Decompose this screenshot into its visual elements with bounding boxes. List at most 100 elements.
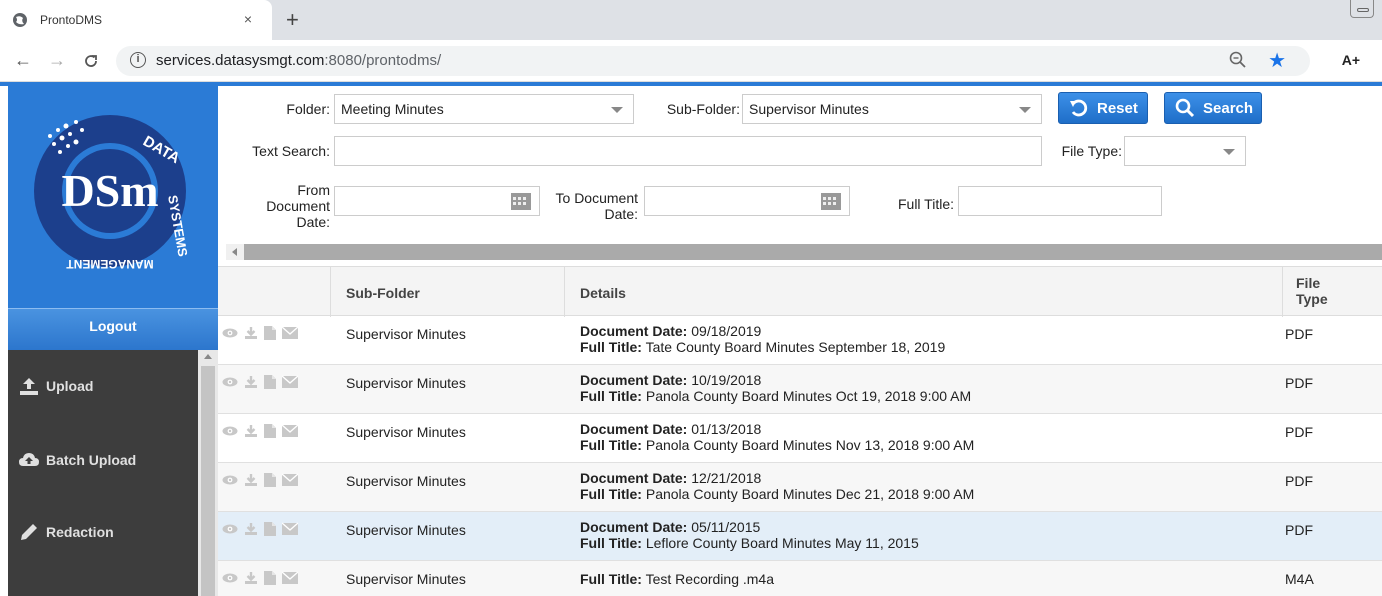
detail-title: Full Title: Tate County Board Minutes Se…	[580, 339, 945, 355]
search-button[interactable]: Search	[1164, 92, 1262, 124]
reload-icon[interactable]	[82, 52, 100, 70]
email-icon[interactable]	[282, 571, 298, 585]
document-icon[interactable]	[264, 375, 276, 389]
download-icon[interactable]	[244, 473, 258, 487]
document-icon[interactable]	[264, 571, 276, 585]
view-eye-icon[interactable]	[222, 473, 238, 487]
detail-title-value: Panola County Board Minutes Dec 21, 2018…	[645, 486, 975, 502]
table-row[interactable]: Supervisor Minutes Document Date: 12/21/…	[218, 463, 1382, 512]
scrollbar-thumb[interactable]	[201, 366, 215, 596]
detail-date-value: 05/11/2015	[691, 519, 761, 535]
scroll-up-arrow-icon[interactable]	[204, 354, 212, 359]
email-icon[interactable]	[282, 424, 298, 438]
header-details[interactable]: Details	[580, 285, 626, 301]
row-actions	[222, 326, 304, 340]
table-row[interactable]: Supervisor Minutes Document Date: 10/19/…	[218, 365, 1382, 414]
sidebar-item-upload[interactable]: Upload	[8, 368, 196, 404]
detail-title-value: Panola County Board Minutes Oct 19, 2018…	[645, 388, 972, 404]
download-icon[interactable]	[244, 326, 258, 340]
sidebar-item-redaction[interactable]: Redaction	[8, 514, 196, 550]
cell-filetype: PDF	[1285, 424, 1313, 440]
detail-date: Document Date: 10/19/2018	[580, 372, 971, 388]
table-row[interactable]: Supervisor Minutes Document Date: 09/18/…	[218, 316, 1382, 365]
sidebar-item-batch-upload[interactable]: Batch Upload	[8, 442, 196, 478]
to-date-label-line: To Document	[555, 190, 638, 206]
site-info-icon[interactable]: i	[130, 52, 146, 68]
form-horizontal-scrollbar[interactable]	[226, 244, 1382, 260]
detail-title: Full Title: Panola County Board Minutes …	[580, 388, 971, 404]
view-eye-icon[interactable]	[222, 326, 238, 340]
detail-date-key: Document Date:	[580, 470, 688, 486]
cloud-upload-icon	[19, 453, 39, 466]
bookmark-star-icon[interactable]: ★	[1268, 48, 1286, 73]
cell-subfolder: Supervisor Minutes	[346, 424, 466, 440]
header-subfolder[interactable]: Sub-Folder	[346, 285, 420, 301]
scroll-left-arrow-icon[interactable]	[226, 244, 244, 260]
from-date-label: From Document Date:	[238, 182, 330, 230]
cell-filetype: PDF	[1285, 375, 1313, 391]
detail-date-key: Document Date:	[580, 323, 688, 339]
header-filetype-line: Type	[1296, 291, 1328, 307]
tab-title: ProntoDMS	[40, 13, 103, 27]
tab-close-icon[interactable]: ×	[244, 11, 252, 27]
view-eye-icon[interactable]	[222, 424, 238, 438]
reset-icon	[1070, 99, 1088, 117]
logout-button[interactable]: Logout	[8, 308, 218, 350]
window-restore-button[interactable]	[1350, 0, 1374, 18]
table-row[interactable]: Supervisor Minutes Document Date: 05/11/…	[218, 512, 1382, 561]
from-date-input[interactable]	[334, 186, 540, 216]
table-row[interactable]: Supervisor Minutes Document Date: 01/13/…	[218, 414, 1382, 463]
row-actions	[222, 375, 304, 389]
svg-text:MANAGEMENT: MANAGEMENT	[66, 257, 154, 271]
document-icon[interactable]	[264, 473, 276, 487]
address-bar: ← → i services.datasysmgt.com:8080/pront…	[0, 40, 1382, 82]
email-icon[interactable]	[282, 375, 298, 389]
from-date-label-line: From	[297, 182, 330, 198]
sidebar-scrollbar[interactable]	[198, 350, 218, 596]
document-icon[interactable]	[264, 326, 276, 340]
to-date-input[interactable]	[644, 186, 850, 216]
pencil-icon	[21, 524, 37, 540]
document-icon[interactable]	[264, 424, 276, 438]
url-omnibox[interactable]: i services.datasysmgt.com:8080/prontodms…	[116, 46, 1310, 76]
download-icon[interactable]	[244, 571, 258, 585]
zoom-icon[interactable]	[1228, 50, 1248, 70]
sidebar: DSm DATA SYSTEMS MANAGEMENT Logout Uploa…	[8, 86, 218, 596]
detail-date: Document Date: 01/13/2018	[580, 421, 974, 437]
download-icon[interactable]	[244, 424, 258, 438]
browser-tab[interactable]: ProntoDMS ×	[0, 0, 272, 40]
table-row[interactable]: Supervisor Minutes Full Title: Test Reco…	[218, 561, 1382, 596]
header-filetype[interactable]: File Type	[1296, 275, 1328, 307]
detail-date: Document Date: 05/11/2015	[580, 519, 919, 535]
sidebar-item-label: Upload	[46, 378, 94, 394]
detail-date-value: 01/13/2018	[691, 421, 762, 437]
download-icon[interactable]	[244, 522, 258, 536]
view-eye-icon[interactable]	[222, 522, 238, 536]
file-type-select[interactable]	[1124, 136, 1246, 166]
search-icon	[1175, 98, 1195, 118]
email-icon[interactable]	[282, 473, 298, 487]
folder-label: Folder:	[286, 101, 330, 117]
folder-select[interactable]: Meeting Minutes	[334, 94, 634, 124]
document-icon[interactable]	[264, 522, 276, 536]
email-icon[interactable]	[282, 326, 298, 340]
download-icon[interactable]	[244, 375, 258, 389]
email-icon[interactable]	[282, 522, 298, 536]
forward-arrow-icon[interactable]: →	[48, 50, 66, 71]
subfolder-select[interactable]: Supervisor Minutes	[742, 94, 1042, 124]
url-text: services.datasysmgt.com:8080/prontodms/	[156, 52, 442, 69]
back-arrow-icon[interactable]: ←	[14, 50, 32, 71]
calendar-icon[interactable]	[821, 193, 841, 210]
full-title-label: Full Title:	[897, 196, 954, 212]
view-eye-icon[interactable]	[222, 571, 238, 585]
text-search-input[interactable]	[334, 136, 1042, 166]
reader-mode-button[interactable]: A+	[1342, 52, 1360, 68]
full-title-input[interactable]	[958, 186, 1162, 216]
from-date-label-line: Document	[266, 198, 330, 214]
new-tab-button[interactable]: +	[286, 7, 299, 33]
view-eye-icon[interactable]	[222, 375, 238, 389]
search-label: Search	[1203, 99, 1254, 117]
reset-button[interactable]: Reset	[1058, 92, 1148, 124]
detail-title-value: Panola County Board Minutes Nov 13, 2018…	[645, 437, 975, 453]
calendar-icon[interactable]	[511, 193, 531, 210]
